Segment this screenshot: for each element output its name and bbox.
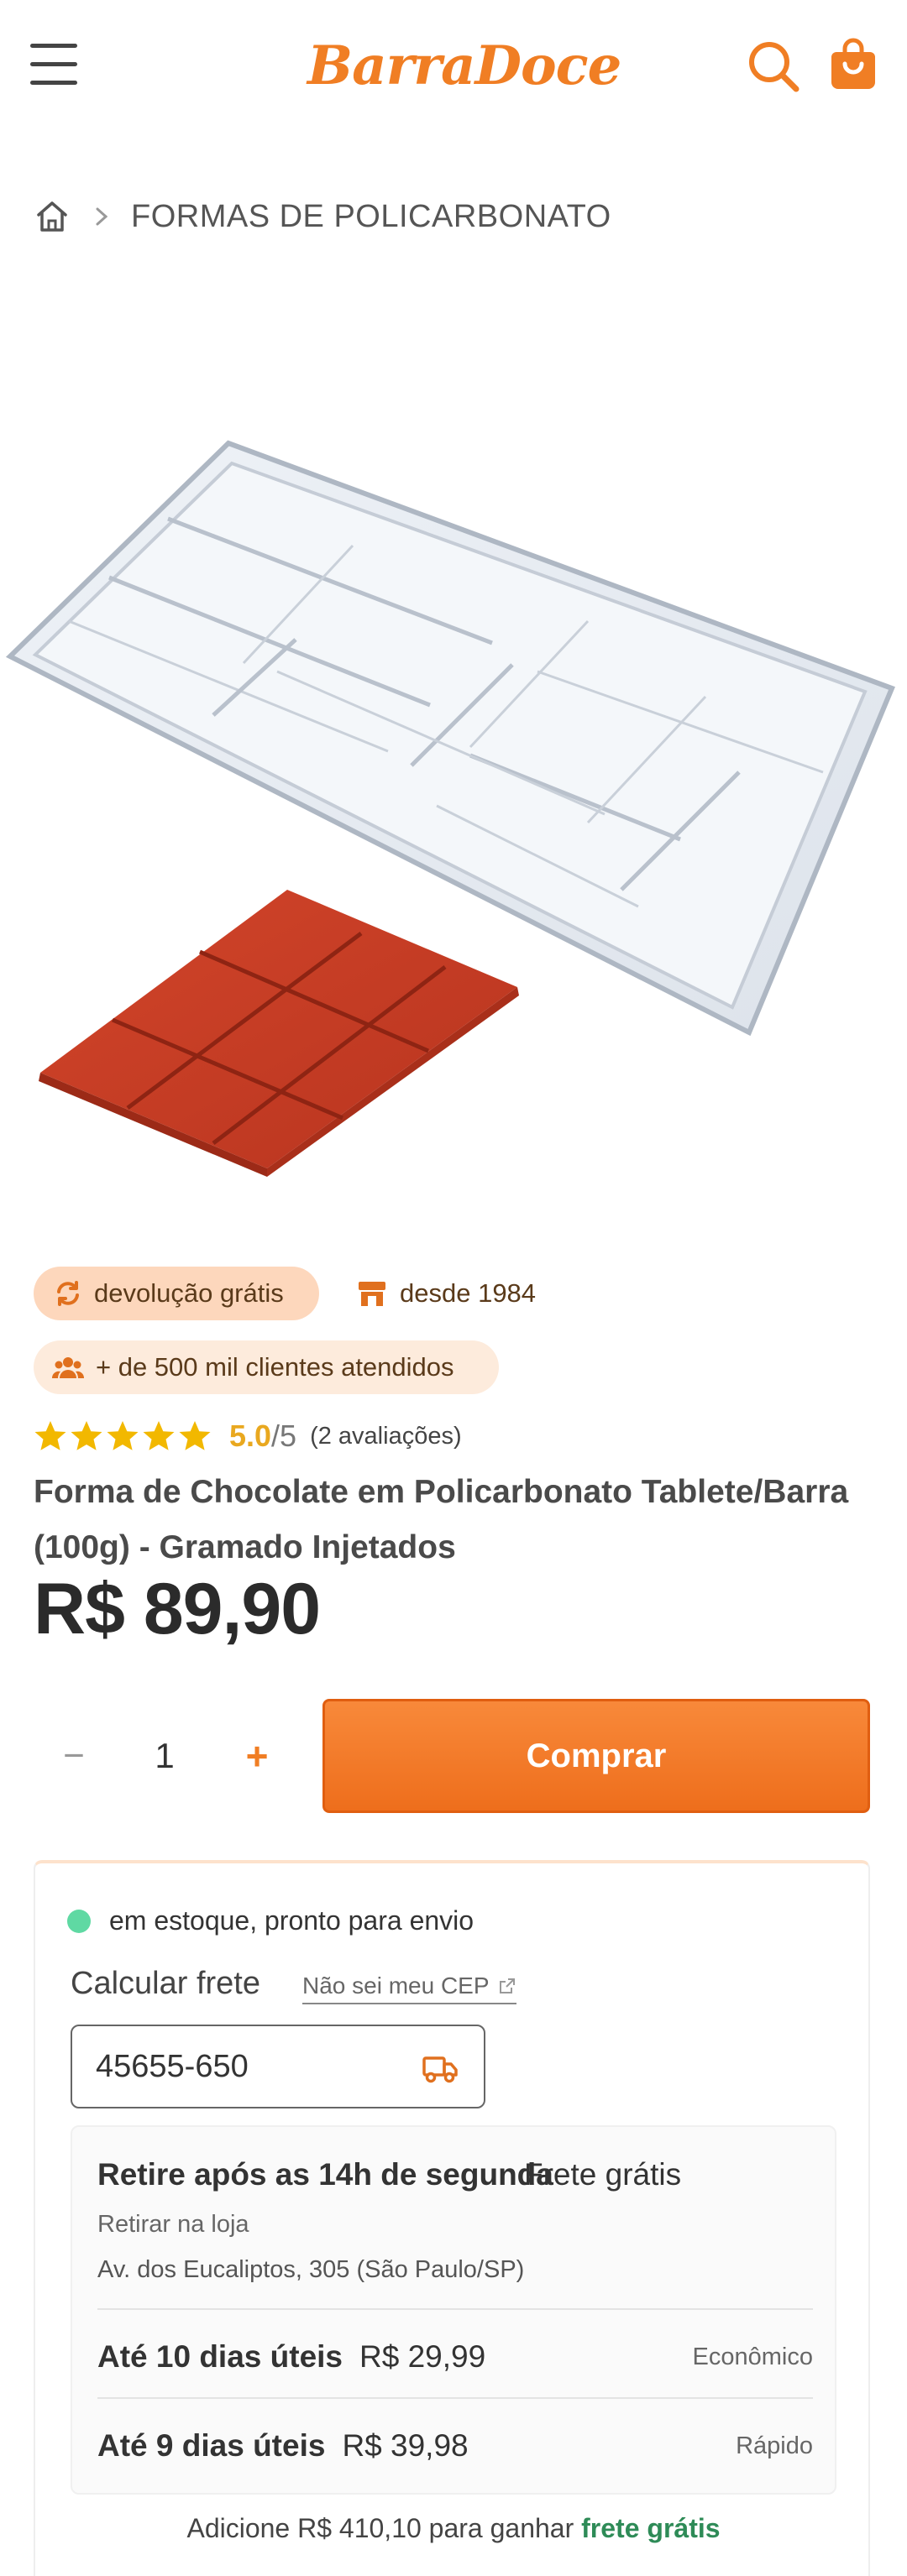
header: BarraDoce: [0, 0, 907, 134]
hamburger-menu-icon[interactable]: [30, 44, 79, 86]
free-shipping-highlight: frete grátis: [581, 2513, 721, 2543]
shipping-option-days: Até 9 dias úteis: [97, 2428, 326, 2463]
free-shipping-prefix: Adicione R$ 410,10 para ganhar: [186, 2513, 574, 2543]
shipping-option-price: R$ 29,99: [359, 2339, 486, 2374]
pickup-price: Frete grátis: [524, 2157, 682, 2192]
calculate-shipping-label: Calcular frete: [71, 1966, 260, 2001]
star-icon: [71, 1421, 102, 1450]
home-icon[interactable]: [34, 198, 71, 235]
badge-since-label: desde 1984: [400, 1278, 537, 1308]
star-icon: [34, 1421, 66, 1450]
decrease-quantity-button[interactable]: −: [34, 1735, 114, 1777]
shipping-option-fast[interactable]: Até 9 dias úteis R$ 39,98 Rápido: [97, 2421, 813, 2471]
increase-quantity-button[interactable]: +: [215, 1733, 299, 1779]
store-icon: [359, 1282, 385, 1306]
badge-clients: + de 500 mil clientes atendidos: [34, 1340, 499, 1394]
rating-max: /5: [271, 1419, 297, 1453]
breadcrumb-current[interactable]: FORMAS DE POLICARBONATO: [131, 199, 611, 235]
cart-icon[interactable]: [828, 37, 878, 92]
stock-status-label: em estoque, pronto para envio: [109, 1905, 474, 1936]
quantity-stepper: − 1 +: [34, 1699, 311, 1813]
shipping-option-type: Rápido: [736, 2432, 813, 2459]
product-title: Forma de Chocolate em Policarbonato Tabl…: [34, 1474, 849, 1565]
cep-input[interactable]: 45655-650: [71, 2025, 485, 2108]
badge-since: desde 1984: [353, 1267, 536, 1320]
truck-icon[interactable]: [422, 2051, 459, 2085]
star-icon: [107, 1421, 139, 1450]
shipping-option-days: Até 10 dias úteis: [97, 2339, 343, 2374]
logo[interactable]: BarraDoce: [307, 29, 621, 104]
chocolate-bar: [39, 890, 519, 1177]
pickup-address: Av. dos Eucaliptos, 305 (São Paulo/SP): [97, 2256, 525, 2283]
quantity-value[interactable]: 1: [114, 1736, 215, 1776]
unknown-cep-link-label: Não sei meu CEP: [302, 1972, 490, 1999]
divider: [97, 2308, 813, 2310]
stock-status: em estoque, pronto para envio: [67, 1905, 474, 1936]
product-image[interactable]: [0, 369, 907, 1209]
rating-count[interactable]: (2 avaliações): [310, 1423, 462, 1450]
pickup-title: Retire após as 14h de segunda: [97, 2157, 553, 2192]
breadcrumb: FORMAS DE POLICARBONATO: [34, 191, 611, 242]
star-icon: [179, 1421, 211, 1450]
polycarbonate-mold: [5, 440, 895, 1037]
chevron-right-icon: [96, 207, 108, 226]
shipping-option-economic[interactable]: Até 10 dias úteis R$ 29,99 Econômico: [97, 2332, 813, 2382]
refresh-icon: [57, 1281, 79, 1306]
search-icon[interactable]: [746, 39, 801, 94]
product-price: R$ 89,90: [34, 1569, 321, 1649]
external-link-icon: [499, 1978, 515, 1993]
free-shipping-notice: Adicione R$ 410,10 para ganhar frete grá…: [35, 2513, 872, 2544]
cep-input-value: 45655-650: [96, 2048, 249, 2084]
rating[interactable]: 5.0 /5 (2 avaliações): [34, 1414, 462, 1458]
badge-free-returns: devolução grátis: [34, 1267, 319, 1320]
divider: [97, 2397, 813, 2399]
pickup-subtitle: Retirar na loja: [97, 2211, 249, 2238]
stock-status-dot: [67, 1909, 91, 1933]
shipping-option-price: R$ 39,98: [342, 2428, 469, 2463]
star-icon: [143, 1421, 175, 1450]
rating-score: 5.0: [229, 1419, 272, 1453]
badge-free-returns-label: devolução grátis: [94, 1278, 284, 1308]
rating-stars: [34, 1419, 214, 1453]
users-icon: [52, 1357, 84, 1378]
unknown-cep-link[interactable]: Não sei meu CEP: [302, 1972, 516, 2004]
buy-button[interactable]: Comprar: [322, 1699, 870, 1813]
shipping-options: Retire após as 14h de segunda Frete grát…: [71, 2125, 836, 2495]
shipping-card: em estoque, pronto para envio Calcular f…: [34, 1860, 870, 2576]
badge-clients-label: + de 500 mil clientes atendidos: [96, 1352, 454, 1382]
shipping-option-type: Econômico: [692, 2343, 813, 2370]
